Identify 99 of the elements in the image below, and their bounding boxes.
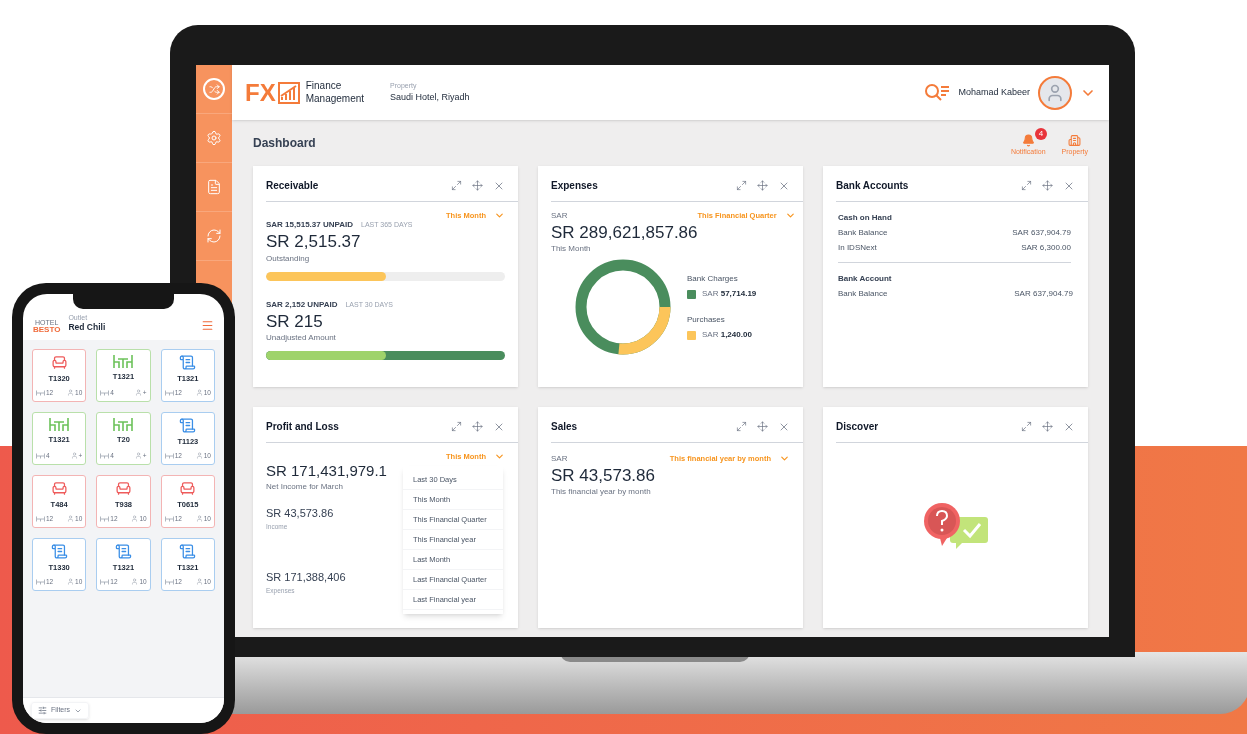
seats-icon — [36, 578, 45, 585]
move-icon[interactable] — [1042, 180, 1053, 191]
seats-icon — [36, 452, 45, 459]
guest-icon — [195, 452, 203, 460]
amount: SR 215 — [266, 310, 324, 332]
sliders-icon — [38, 706, 47, 715]
guest-icon — [195, 389, 203, 397]
logo-text: FX — [245, 80, 276, 105]
outlet-name: Red Chili — [68, 321, 106, 334]
seats-icon — [100, 515, 110, 522]
amount-caption: Net Income for March — [266, 481, 343, 493]
card-title: Discover — [836, 420, 879, 434]
currency-label: SAR — [551, 453, 569, 465]
card-title: Bank Accounts — [836, 179, 909, 193]
amount-caption: This Month — [551, 243, 592, 256]
property-name: Saudi Hotel, Riyadh — [390, 91, 470, 104]
brand-logo: BESTO — [33, 325, 61, 334]
guest-icon — [195, 515, 203, 523]
seats-icon — [100, 389, 110, 396]
sub-amount: SR 171,388,406 — [266, 570, 346, 586]
table-icon — [49, 416, 70, 432]
account-value: SAR 637,904.79 — [1012, 227, 1071, 239]
move-icon[interactable] — [472, 180, 483, 191]
app-name: Management — [305, 92, 365, 105]
amount: SR 289,621,857.86 — [551, 222, 698, 244]
expand-icon[interactable] — [736, 180, 747, 191]
table-icon — [113, 353, 134, 369]
question-answer-icon — [921, 501, 990, 550]
guest-icon — [67, 578, 75, 586]
building-icon — [1068, 134, 1082, 148]
card-title: Receivable — [266, 179, 319, 193]
guest-icon — [134, 389, 142, 397]
account-label: Bank Balance — [838, 227, 888, 239]
amount: SR 171,431,979.1 — [266, 462, 387, 481]
currency-label: SAR — [551, 210, 569, 222]
legend-label: Bank Charges — [687, 273, 739, 286]
seats-icon — [164, 515, 174, 522]
card-title: Expenses — [551, 179, 598, 193]
move-icon[interactable] — [1042, 421, 1053, 432]
document-icon[interactable] — [206, 179, 222, 195]
page-title: Dashboard — [253, 135, 316, 152]
search-icon[interactable] — [924, 82, 951, 103]
settings-icon[interactable] — [206, 130, 222, 146]
unpaid-amount: SAR 15,515.37 UNPAID — [266, 219, 353, 232]
move-icon[interactable] — [472, 421, 483, 432]
move-icon[interactable] — [757, 180, 768, 191]
expand-icon[interactable] — [1021, 421, 1032, 432]
card-title: Profit and Loss — [266, 420, 339, 434]
seats-icon — [164, 578, 174, 585]
bill-icon — [179, 416, 197, 434]
guest-icon — [67, 515, 75, 523]
guest-icon — [70, 452, 78, 460]
legend-value: SAR 57,714.19 — [702, 288, 757, 301]
table-icon — [113, 416, 134, 432]
avatar[interactable] — [1038, 75, 1072, 110]
expand-icon[interactable] — [1021, 180, 1032, 191]
account-value: SAR 637,904.79 — [1014, 288, 1073, 300]
legend-label: Purchases — [687, 314, 726, 327]
amount: SR 2,515.37 — [266, 231, 362, 253]
chart-logo-icon — [277, 81, 300, 104]
account-label: Bank Balance — [838, 288, 888, 300]
seats-icon — [36, 389, 45, 396]
expand-icon[interactable] — [451, 421, 462, 432]
amount: SR 43,573.86 — [551, 465, 655, 487]
account-label: In IDSNext — [838, 242, 877, 254]
user-name: Mohamad Kabeer — [958, 85, 1030, 99]
menu-icon[interactable] — [201, 318, 214, 332]
guest-icon — [131, 515, 139, 523]
seats-icon — [100, 452, 110, 459]
legend-value: SAR 1,240.00 — [702, 329, 752, 342]
notification-badge: 4 — [1034, 128, 1047, 141]
bill-icon — [50, 542, 68, 560]
amount-caption: Unadjusted Amount — [266, 331, 337, 344]
seats-icon — [100, 578, 110, 585]
refresh-icon[interactable] — [206, 228, 222, 244]
guest-icon — [134, 452, 142, 460]
card-title: Sales — [551, 420, 578, 434]
account-group-title: Cash on Hand — [838, 212, 893, 224]
seats-icon — [164, 452, 174, 459]
bill-icon — [179, 353, 197, 371]
seats-icon — [36, 515, 45, 522]
guest-icon — [195, 578, 203, 586]
account-value: SAR 6,300.00 — [1021, 242, 1071, 254]
guest-icon — [67, 389, 75, 397]
bill-icon — [115, 542, 132, 560]
seats-icon — [164, 389, 174, 396]
amount-caption: Outstanding — [266, 252, 311, 265]
bill-icon — [179, 542, 197, 560]
move-icon[interactable] — [757, 421, 768, 432]
account-group-title: Bank Account — [838, 273, 893, 285]
unpaid-amount: SAR 2,152 UNPAID — [266, 298, 338, 311]
amount-caption: This financial year by month — [551, 486, 652, 499]
expand-icon[interactable] — [736, 421, 747, 432]
app-name: Finance — [305, 80, 343, 93]
sub-amount: SR 43,573.86 — [266, 506, 334, 521]
shuffle-icon[interactable] — [203, 78, 225, 100]
guest-icon — [131, 578, 139, 586]
expand-icon[interactable] — [451, 180, 462, 191]
bell-icon — [1021, 134, 1035, 148]
